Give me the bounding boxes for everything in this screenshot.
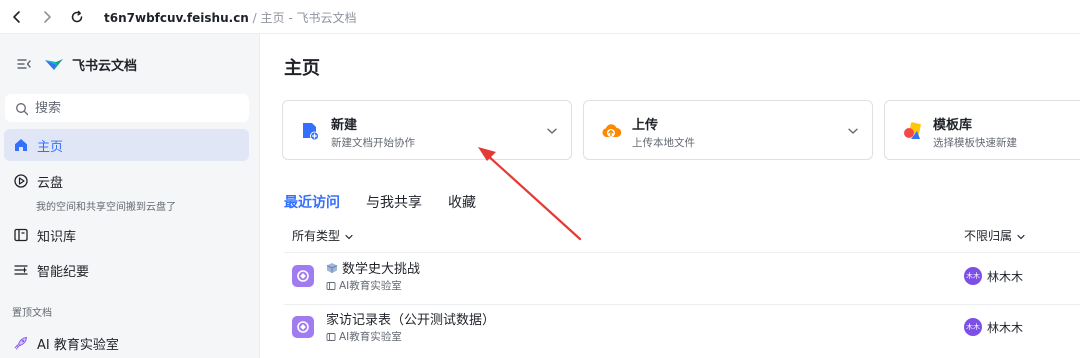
upload-cloud-icon	[600, 120, 622, 142]
sidebar-item-cloud-drive[interactable]: 云盘	[4, 165, 249, 197]
feishu-docs-logo	[44, 56, 64, 72]
wiki-icon	[13, 227, 29, 243]
card-title: 新建	[331, 118, 358, 133]
doc-tabs: 最近访问 与我共享 收藏	[284, 192, 502, 212]
sidebar-item-label: 知识库	[37, 229, 77, 245]
chevron-down-icon	[1016, 231, 1026, 241]
tab-shared-with-me[interactable]: 与我共享	[366, 192, 422, 212]
sidebar-item-label: 主页	[37, 139, 64, 155]
url-path: / 主页 - 飞书云文档	[248, 11, 357, 25]
tab-recent[interactable]: 最近访问	[284, 192, 340, 212]
home-icon	[13, 137, 29, 153]
chevron-down-icon[interactable]	[846, 123, 860, 137]
app-name: 飞书云文档	[72, 58, 138, 74]
sidebar-item-label: 云盘	[37, 175, 64, 191]
search-input[interactable]	[35, 100, 225, 116]
cloud-drive-hint: 我的空间和共享空间搬到云盘了	[36, 202, 176, 213]
avatar: 木木	[964, 318, 982, 336]
owner-name: 林木木	[987, 269, 1024, 284]
tab-favorites[interactable]: 收藏	[448, 192, 476, 212]
type-filter[interactable]: 所有类型	[292, 227, 354, 244]
doc-title-text: 数学史大挑战	[342, 262, 421, 277]
doc-owner: 木木 林木木	[964, 267, 1023, 285]
owner-name: 林木木	[987, 320, 1024, 335]
doc-location-text: AI教育实验室	[339, 331, 402, 343]
table-row[interactable]: 家访记录表（公开测试数据） AI教育实验室 木木 林木木	[284, 307, 1080, 345]
doc-title-text: 家访记录表（公开测试数据）	[326, 313, 496, 328]
sidebar: 飞书云文档 主页 云盘 我的空间和共享空间搬到云盘了 知识库 智能纪要 置顶文档	[0, 34, 260, 358]
cloud-drive-icon	[13, 173, 29, 189]
back-icon[interactable]	[8, 8, 26, 26]
reload-icon[interactable]	[68, 8, 86, 26]
upload-card[interactable]: 上传 上传本地文件	[583, 100, 873, 160]
type-filter-label: 所有类型	[292, 229, 341, 243]
card-subtitle: 新建文档开始协作	[331, 137, 415, 149]
doc-title: 数学史大挑战	[326, 258, 420, 277]
base-file-icon	[292, 316, 314, 338]
browser-address-bar: t6n7wbfcuv.feishu.cn / 主页 - 飞书云文档	[0, 0, 1080, 34]
card-title: 上传	[632, 118, 659, 133]
owner-filter-label: 不限归属	[964, 229, 1013, 243]
new-doc-icon	[299, 120, 321, 142]
card-subtitle: 选择模板快速新建	[933, 137, 1017, 149]
template-icon	[901, 120, 923, 142]
wiki-small-icon	[326, 332, 336, 341]
table-row[interactable]: 数学史大挑战 AI教育实验室 木木 林木木	[284, 256, 1080, 294]
url-field[interactable]: t6n7wbfcuv.feishu.cn / 主页 - 飞书云文档	[104, 9, 357, 26]
sidebar-item-label: AI 教育实验室	[37, 337, 119, 353]
owner-filter[interactable]: 不限归属	[964, 227, 1026, 244]
url-host: t6n7wbfcuv.feishu.cn	[104, 11, 249, 25]
card-title: 模板库	[933, 118, 973, 133]
doc-owner: 木木 林木木	[964, 318, 1023, 336]
search-icon	[15, 101, 29, 116]
sidebar-item-smart-minutes[interactable]: 智能纪要	[4, 254, 249, 286]
rocket-icon	[13, 335, 29, 351]
doc-location: AI教育实验室	[326, 329, 402, 344]
sidebar-item-wiki[interactable]: 知识库	[4, 219, 249, 251]
card-subtitle: 上传本地文件	[632, 137, 695, 149]
row-divider	[284, 304, 1080, 305]
doc-title: 家访记录表（公开测试数据）	[326, 309, 495, 328]
avatar: 木木	[964, 267, 982, 285]
page-title: 主页	[284, 58, 320, 79]
pinned-section-label: 置顶文档	[12, 308, 52, 319]
chevron-down-icon[interactable]	[545, 123, 559, 137]
wiki-small-icon	[326, 281, 336, 290]
search-box[interactable]	[5, 94, 249, 122]
new-doc-card[interactable]: 新建 新建文档开始协作	[282, 100, 572, 160]
brand: 飞书云文档	[16, 52, 137, 76]
chevron-down-icon	[344, 231, 354, 241]
collapse-sidebar-icon[interactable]	[16, 56, 32, 72]
base-file-icon	[292, 265, 314, 287]
main-content: 主页 新建 新建文档开始协作 上传 上传本地文件 模板库 选择模板快速新建 最近…	[260, 34, 1080, 358]
minutes-icon	[13, 262, 29, 278]
forward-icon[interactable]	[38, 8, 56, 26]
template-gallery-card[interactable]: 模板库 选择模板快速新建	[884, 100, 1080, 160]
cube-emoji-icon	[326, 262, 338, 273]
sidebar-item-label: 智能纪要	[37, 264, 90, 280]
sidebar-item-home[interactable]: 主页	[4, 129, 249, 161]
doc-location: AI教育实验室	[326, 278, 402, 293]
pinned-item-ai-lab[interactable]: AI 教育实验室	[4, 327, 249, 358]
table-divider	[284, 252, 1080, 253]
doc-location-text: AI教育实验室	[339, 280, 402, 292]
